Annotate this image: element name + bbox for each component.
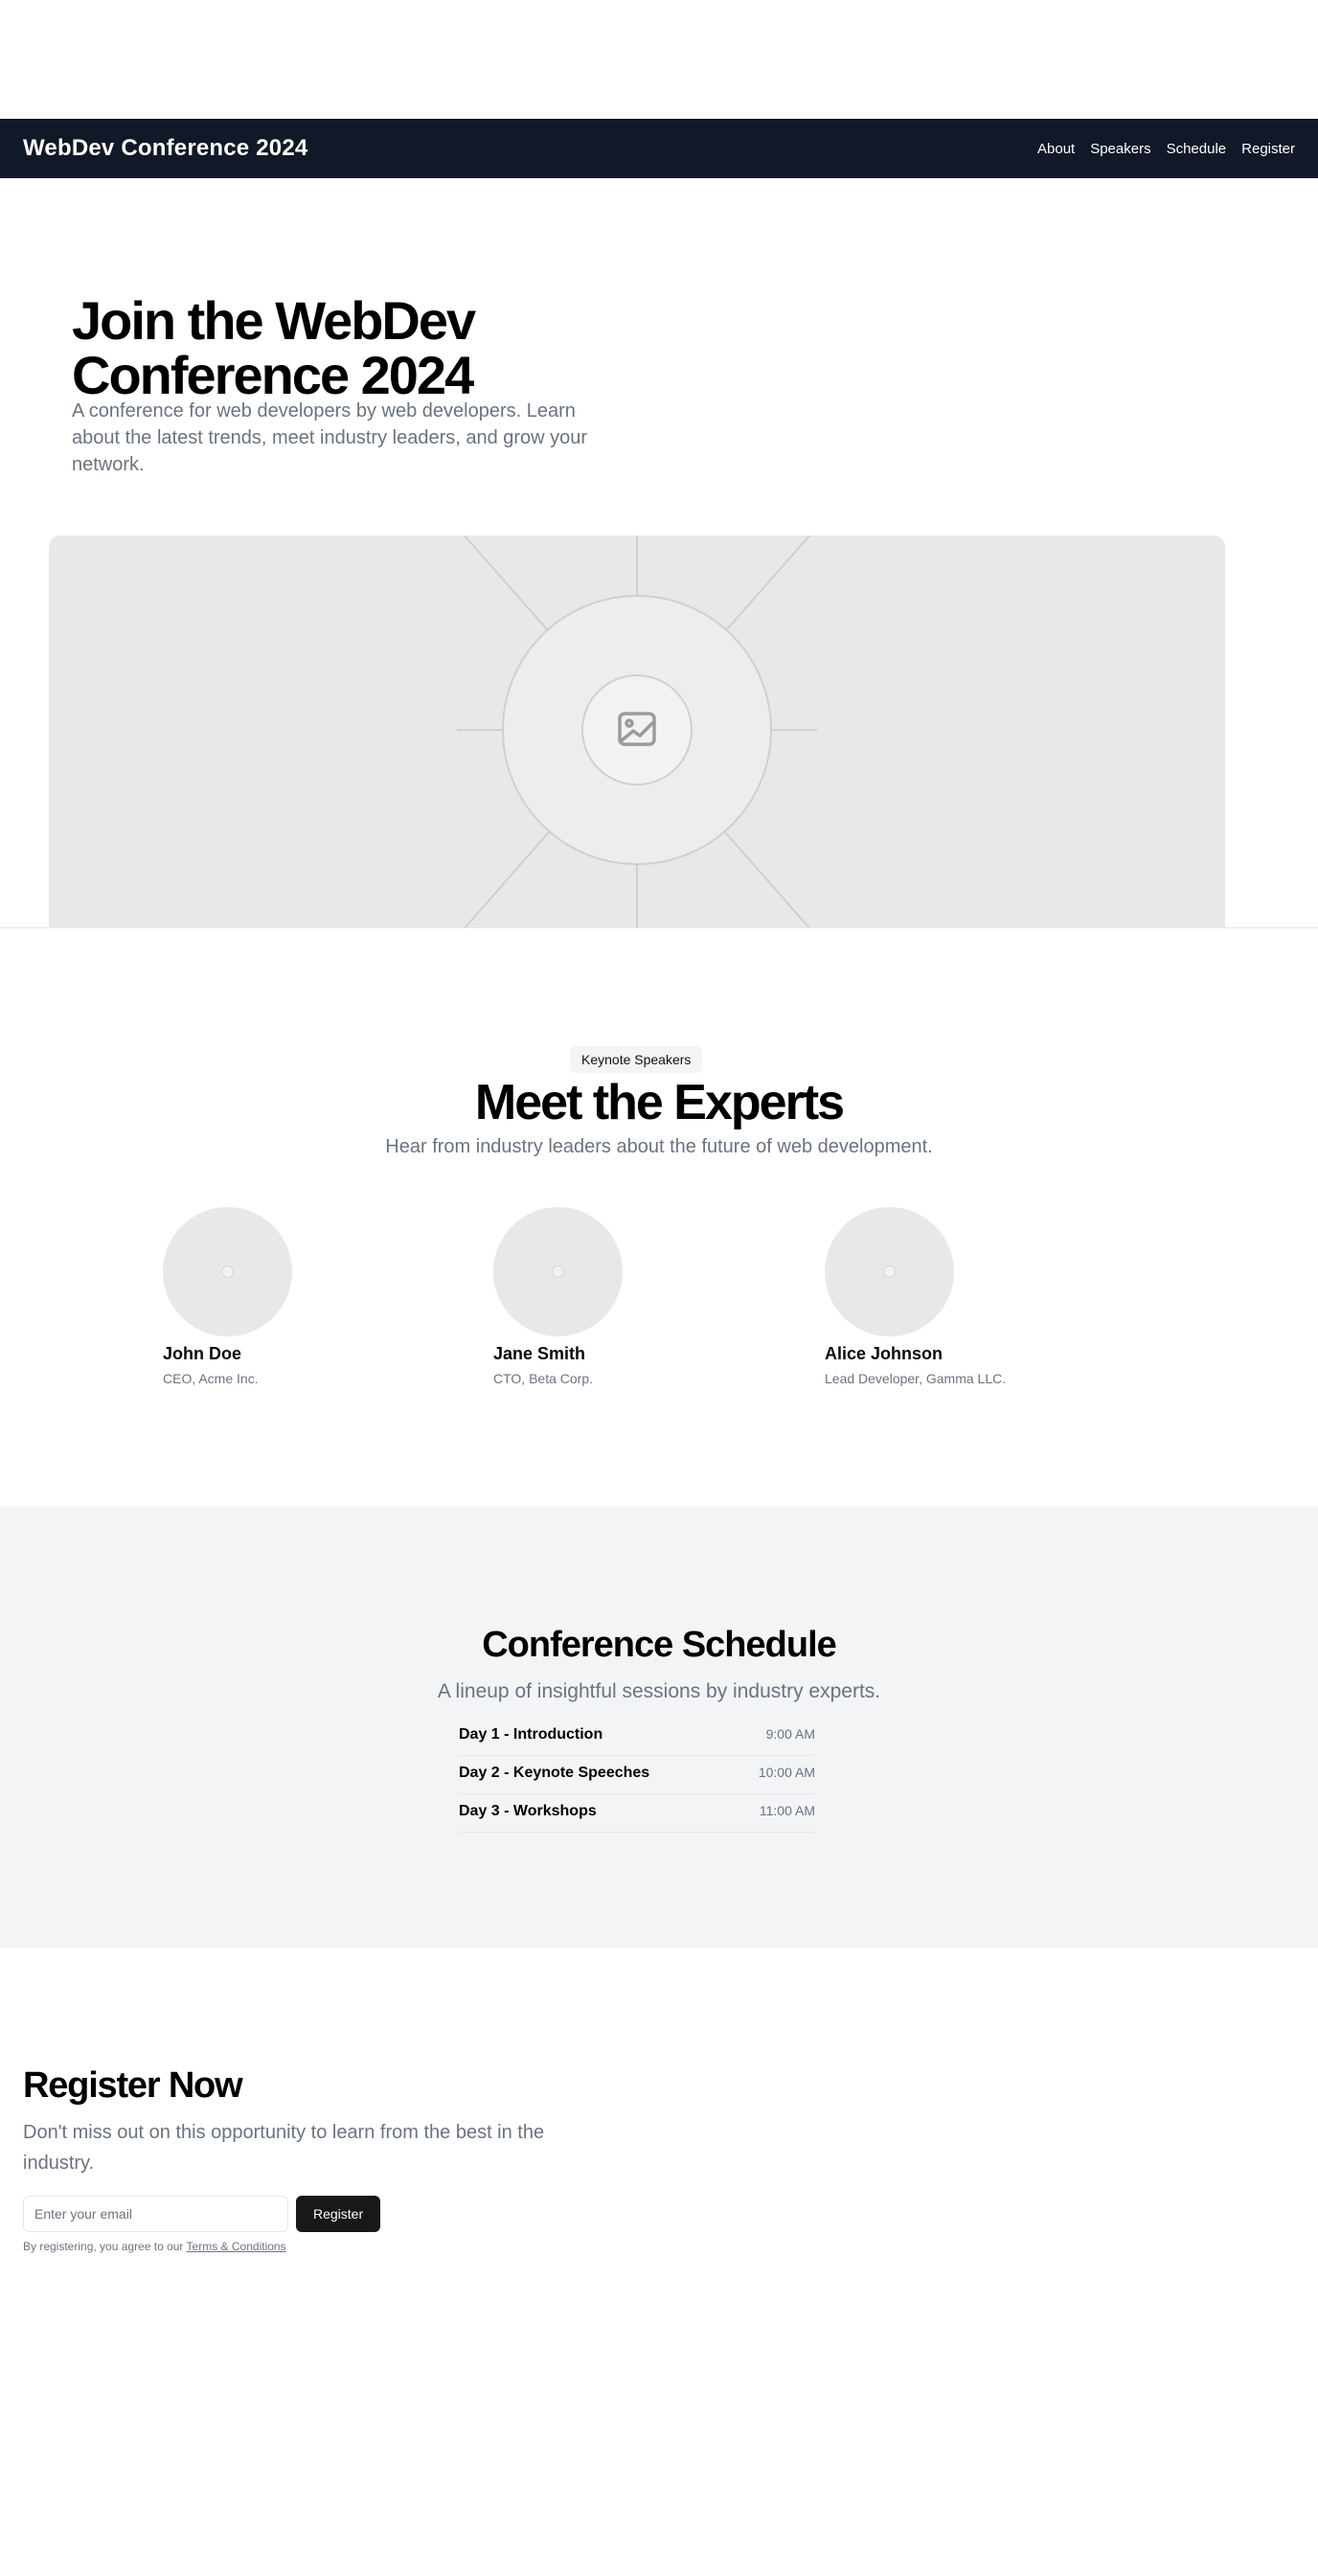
hero-section: Join the WebDev Conference 2024 A confer… [0, 178, 1318, 928]
avatar-placeholder-icon [883, 1265, 896, 1278]
email-input[interactable] [23, 2196, 288, 2232]
register-title: Register Now [23, 2065, 243, 2106]
top-navbar: WebDev Conference 2024 About Speakers Sc… [0, 119, 1318, 178]
avatar [163, 1207, 292, 1336]
avatar [493, 1207, 623, 1336]
schedule-title: Conference Schedule [482, 1625, 837, 1665]
schedule-subtitle: A lineup of insightful sessions by indus… [437, 1680, 881, 1702]
speaker-card: Alice Johnson Lead Developer, Gamma LLC. [825, 1207, 1112, 1387]
speaker-card: John Doe CEO, Acme Inc. [163, 1207, 450, 1387]
session-name: Day 2 - Keynote Speeches [459, 1765, 650, 1781]
brand-title[interactable]: WebDev Conference 2024 [23, 135, 307, 162]
schedule-section: Conference Schedule A lineup of insightf… [0, 1507, 1318, 1948]
list-item: Day 1 - Introduction 9:00 AM [459, 1718, 815, 1756]
session-name: Day 1 - Introduction [459, 1726, 603, 1743]
register-description: Don't miss out on this opportunity to le… [23, 2122, 545, 2174]
speakers-subtitle: Hear from industry leaders about the fut… [385, 1136, 933, 1157]
avatar-placeholder-icon [552, 1265, 564, 1278]
speaker-name: John Doe [163, 1344, 242, 1363]
speaker-name: Jane Smith [493, 1344, 586, 1363]
placeholder-graphic [457, 536, 817, 927]
speaker-role: CEO, Acme Inc. [163, 1371, 259, 1386]
hero-title: Join the WebDev Conference 2024 [72, 290, 476, 405]
speaker-name: Alice Johnson [825, 1344, 943, 1363]
nav-link-register[interactable]: Register [1241, 141, 1295, 157]
session-name: Day 3 - Workshops [459, 1803, 597, 1819]
list-item: Day 2 - Keynote Speeches 10:00 AM [459, 1756, 815, 1794]
register-section: Register Now Don't miss out on this oppo… [0, 1948, 1318, 2576]
avatar [825, 1207, 954, 1336]
avatar-placeholder-icon [221, 1265, 234, 1278]
terms-link[interactable]: Terms & Conditions [187, 2240, 286, 2253]
terms-text: By registering, you agree to our Terms &… [23, 2239, 286, 2254]
hero-description: A conference for web developers by web d… [72, 400, 588, 475]
nav-links: About Speakers Schedule Register [1037, 141, 1295, 157]
session-time: 9:00 AM [765, 1726, 815, 1742]
speakers-section: Keynote Speakers Meet the Experts Hear f… [0, 927, 1318, 1507]
register-button[interactable]: Register [296, 2196, 381, 2232]
register-form: Register [23, 2196, 381, 2232]
schedule-list: Day 1 - Introduction 9:00 AM Day 2 - Key… [459, 1718, 815, 1833]
hero-image-placeholder [49, 536, 1225, 927]
speakers-title: Meet the Experts [474, 1075, 845, 1130]
nav-link-speakers[interactable]: Speakers [1090, 141, 1150, 157]
list-item: Day 3 - Workshops 11:00 AM [459, 1794, 815, 1833]
speaker-role: CTO, Beta Corp. [493, 1371, 594, 1386]
session-time: 10:00 AM [758, 1765, 815, 1780]
nav-link-schedule[interactable]: Schedule [1167, 141, 1227, 157]
speaker-card: Jane Smith CTO, Beta Corp. [493, 1207, 781, 1387]
nav-link-about[interactable]: About [1037, 141, 1075, 157]
session-time: 11:00 AM [759, 1803, 815, 1818]
terms-prefix: By registering, you agree to our [23, 2240, 187, 2253]
speaker-role: Lead Developer, Gamma LLC. [825, 1371, 1007, 1386]
keynote-badge: Keynote Speakers [570, 1046, 703, 1073]
